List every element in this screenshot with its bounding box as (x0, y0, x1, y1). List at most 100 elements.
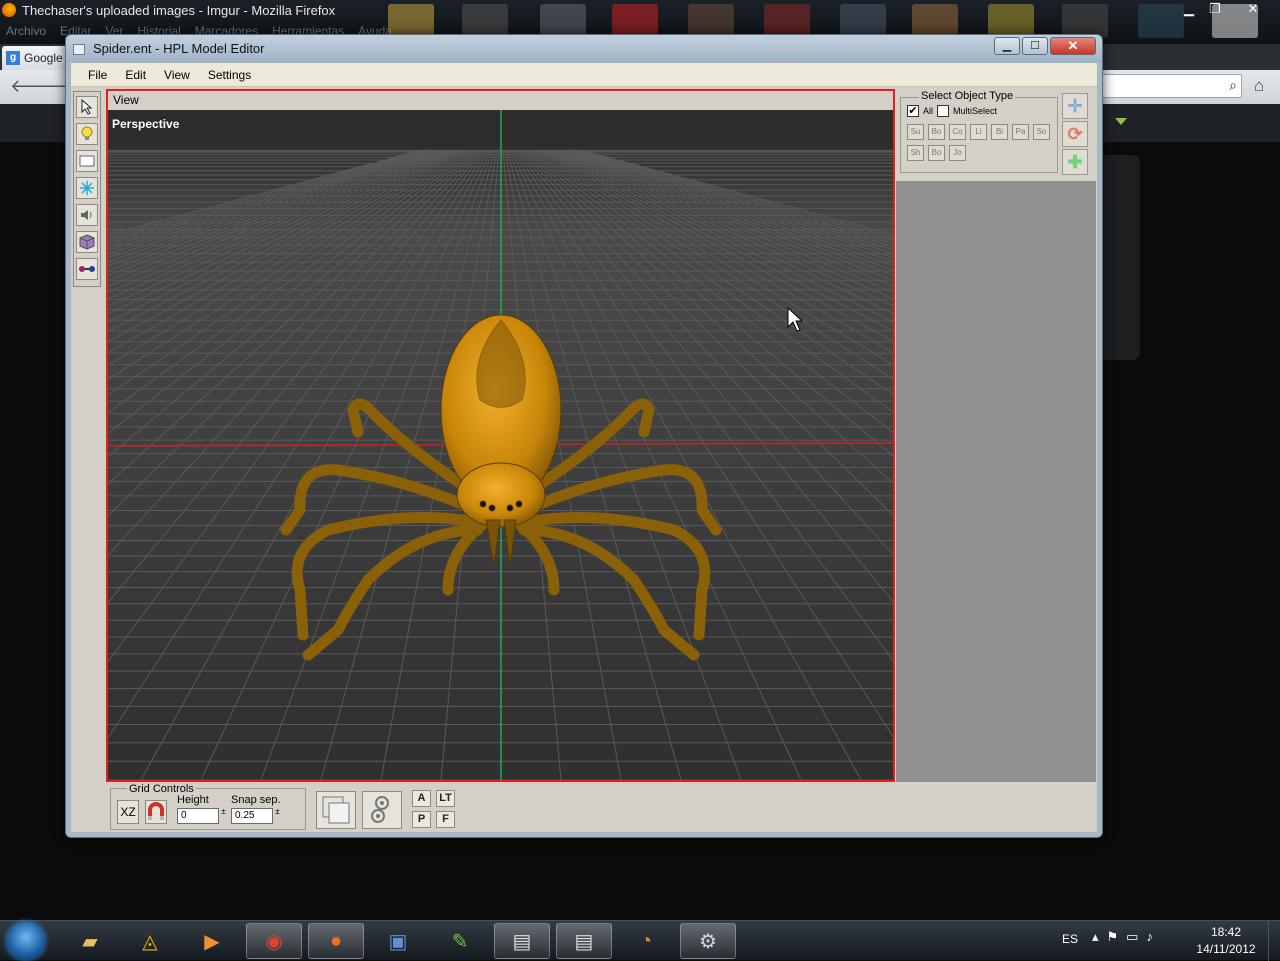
sound-tool-button[interactable] (76, 204, 98, 226)
type-filter-button[interactable]: Bo (928, 145, 945, 161)
translate-tool-button[interactable]: ✛ (1062, 93, 1088, 119)
explorer-taskbar-button[interactable]: ▰ (62, 923, 118, 959)
app-taskbar-button[interactable]: ▤ (494, 923, 550, 959)
viewport-canvas[interactable] (108, 110, 893, 780)
show-desktop-button[interactable] (1268, 921, 1280, 961)
pointer-icon (81, 99, 93, 115)
app-taskbar-button[interactable]: ✎ (432, 923, 488, 959)
clock-time[interactable]: 18:42 (1196, 925, 1256, 939)
browser-close-button[interactable]: ✕ (1240, 0, 1266, 18)
type-filter-button[interactable]: Bo (928, 124, 945, 140)
firefox-taskbar-button[interactable]: ● (308, 923, 364, 959)
menu-file[interactable]: File (79, 66, 116, 84)
editor-taskbar-button[interactable]: ▤ (556, 923, 612, 959)
browser-minimize-button[interactable]: ▁ (1176, 0, 1202, 18)
view-button-f[interactable]: F (436, 811, 455, 828)
height-input[interactable]: 0 (177, 808, 219, 824)
view-button-a[interactable]: A (412, 790, 431, 807)
background-thumbnail (462, 4, 508, 38)
browser-restore-button[interactable]: ❐ (1202, 0, 1228, 18)
window-title: Spider.ent - HPL Model Editor (93, 41, 265, 56)
app-taskbar-button[interactable]: ▣ (370, 923, 426, 959)
type-filter-button[interactable]: Co (949, 124, 966, 140)
light-tool-button[interactable] (76, 123, 98, 145)
dropdown-arrow-icon[interactable] (1115, 118, 1127, 125)
blender-taskbar-button[interactable]: ◔ (618, 923, 674, 959)
triangle-app-icon: ◬ (142, 930, 158, 953)
media-taskbar-button[interactable]: ▶ (184, 923, 240, 959)
snap-spinner[interactable]: ± (273, 808, 282, 824)
bottom-controls: Grid Controls XZ Height 0 ± Snap sep. 0.… (106, 783, 895, 831)
background-thumbnail (840, 4, 886, 38)
multiselect-checkbox[interactable] (937, 105, 949, 117)
right-panel: Select Object Type ✔ All MultiSelect Su … (896, 89, 1096, 782)
app-icon (73, 44, 85, 55)
joint-tool-button[interactable] (76, 258, 98, 280)
browser-title: Thechaser's uploaded images - Imgur - Mo… (22, 3, 336, 18)
steam-taskbar-button[interactable]: ⚙ (680, 923, 736, 959)
chrome-icon: ◉ (265, 930, 283, 953)
minimize-button[interactable]: ▁ (994, 37, 1020, 55)
type-filter-button[interactable]: Pa (1012, 124, 1029, 140)
browser-menu-item[interactable]: Archivo (6, 24, 46, 42)
app-taskbar-button[interactable]: ◬ (122, 923, 178, 959)
snap-input[interactable]: 0.25 (231, 808, 273, 824)
editor-titlebar[interactable]: Spider.ent - HPL Model Editor ▁ ☐ ✕ (66, 35, 1102, 63)
snap-label: Snap sep. (231, 794, 281, 806)
background-thumbnail (540, 4, 586, 38)
maximize-button[interactable]: ☐ (1022, 37, 1048, 55)
language-indicator[interactable]: ES (1062, 932, 1078, 946)
all-checkbox[interactable]: ✔ (907, 105, 919, 117)
close-button[interactable]: ✕ (1050, 37, 1096, 55)
snap-toggle-button[interactable] (145, 800, 167, 824)
billboard-icon (79, 155, 95, 167)
start-button[interactable] (7, 922, 45, 960)
home-icon[interactable]: ⌂ (1254, 76, 1264, 96)
select-tool-button[interactable] (76, 96, 98, 118)
type-filter-button[interactable]: So (1033, 124, 1050, 140)
billboard-tool-button[interactable] (76, 150, 98, 172)
multiselect-label: MultiSelect (953, 106, 998, 116)
particle-tool-button[interactable] (76, 177, 98, 199)
toolbox (73, 91, 101, 287)
system-tray[interactable]: ▴⚑▭♪ (1092, 929, 1161, 945)
browser-search-input[interactable]: ⌕ (1100, 74, 1242, 98)
height-spinner[interactable]: ± (219, 808, 228, 824)
magnet-icon (148, 802, 164, 820)
type-filter-button[interactable]: Bi (991, 124, 1008, 140)
background-thumbnail (612, 4, 658, 38)
grid-plane-button[interactable]: XZ (117, 800, 139, 824)
rotate-tool-button[interactable]: ⟳ (1062, 121, 1088, 147)
body-tool-button[interactable] (76, 231, 98, 253)
chrome-taskbar-button[interactable]: ◉ (246, 923, 302, 959)
background-thumbnail (388, 4, 434, 38)
joint-icon (79, 266, 95, 272)
height-label: Height (177, 794, 209, 806)
type-filter-button[interactable]: Jo (949, 145, 966, 161)
background-thumbnail (688, 4, 734, 38)
type-filter-button[interactable]: Sh (907, 145, 924, 161)
viewport-mode-label: Perspective (112, 117, 180, 131)
view-button-lt[interactable]: LT (436, 790, 455, 807)
notepad-icon: ✎ (451, 930, 469, 953)
background-panel (1100, 155, 1140, 360)
search-icon[interactable]: ⌕ (1229, 77, 1237, 94)
type-filter-button[interactable]: Su (907, 124, 924, 140)
media-player-icon: ▶ (204, 930, 220, 953)
steam-icon: ⚙ (699, 930, 717, 953)
type-filter-button[interactable]: Li (970, 124, 987, 140)
clone-button[interactable] (316, 791, 356, 829)
menu-edit[interactable]: Edit (116, 66, 155, 84)
browser-tab[interactable]: g Google (2, 46, 72, 70)
menu-settings[interactable]: Settings (199, 66, 260, 84)
background-thumbnail (1062, 4, 1108, 38)
viewport-header: View (108, 91, 893, 110)
settings-button[interactable] (362, 791, 402, 829)
clock-date[interactable]: 14/11/2012 (1190, 942, 1262, 956)
menu-view[interactable]: View (155, 66, 199, 84)
view-button-p[interactable]: P (412, 811, 431, 828)
disk-utility-icon: ▣ (388, 930, 408, 953)
scale-tool-button[interactable]: ✚ (1062, 149, 1088, 175)
viewport[interactable]: View Perspective (106, 89, 895, 782)
editor-window: Spider.ent - HPL Model Editor ▁ ☐ ✕ File… (65, 34, 1103, 838)
